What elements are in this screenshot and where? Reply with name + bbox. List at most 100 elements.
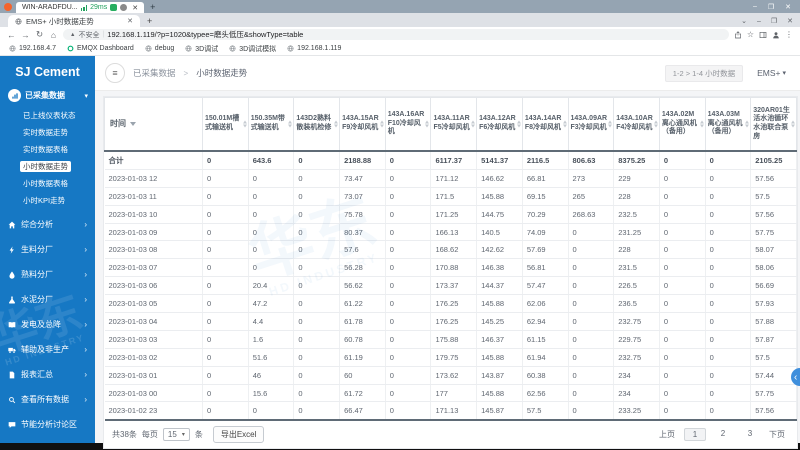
table-body: 合计 0 643.6 0 2188.88 0 6117.37 5141.37 2116.5 806… xyxy=(104,151,797,422)
forward-icon[interactable]: → xyxy=(21,30,30,40)
rdp-close-icon[interactable]: ✕ xyxy=(785,3,791,11)
value-cell: 57.93 xyxy=(750,294,797,314)
breadcrumb-parent[interactable]: 已采集数据 xyxy=(133,67,176,79)
page-number-button[interactable]: 2 xyxy=(713,428,733,441)
sidebar-subitem[interactable]: 小时数据表格 xyxy=(0,175,95,192)
page-size-select[interactable]: 15 ▾ xyxy=(162,428,190,442)
column-header[interactable]: 143A.03M离心通风机（备用） xyxy=(704,97,752,152)
export-excel-button[interactable]: 导出Excel xyxy=(212,426,265,444)
value-cell: 58.06 xyxy=(750,258,797,278)
session-record-icon[interactable] xyxy=(110,4,118,11)
rdp-minimize-icon[interactable]: – xyxy=(753,3,757,11)
next-page-button[interactable]: 下页 xyxy=(769,429,785,440)
value-cell: 70.29 xyxy=(522,205,569,224)
sidebar-item[interactable]: 查看所有数据 › xyxy=(0,387,95,412)
menu-toggle-button[interactable]: ≡ xyxy=(105,63,125,83)
tab-search-icon[interactable]: ⌄ xyxy=(741,17,747,25)
sidebar-item-label: 水泥分厂 xyxy=(21,295,53,304)
bookmark-item[interactable]: EMQX Dashboard xyxy=(67,45,134,52)
user-menu[interactable]: EMS+ ▾ xyxy=(757,68,786,78)
time-cell: 2023-01-03 12 xyxy=(104,169,203,188)
column-header[interactable]: 143A.10ARF4冷却风机 xyxy=(613,97,660,152)
data-table: 时间 150.01M槽式输送机 150.35M带式输送机 143D2熟料散装机检修 14… xyxy=(104,97,797,422)
sidebar-subitem[interactable]: 实时数据表格 xyxy=(0,141,95,158)
sidebar-item[interactable]: 报表汇总 › xyxy=(0,362,95,387)
column-header[interactable]: 143A.09ARF3冷却风机 xyxy=(567,97,615,152)
time-cell: 2023-01-03 03 xyxy=(104,330,203,349)
value-cell: 171.13 xyxy=(430,401,478,422)
column-header[interactable]: 150.35M带式输送机 xyxy=(247,97,295,152)
value-cell: 0 xyxy=(202,401,249,422)
column-header[interactable]: 320AR01生活水池循环水池联合泵房 xyxy=(750,97,797,152)
column-header[interactable]: 143A.14ARF8冷却风机 xyxy=(521,97,569,152)
sidebar-subitem[interactable]: 小时数据走势 xyxy=(0,158,95,175)
sidebar-subitem[interactable]: 已上线仪表状态 xyxy=(0,107,95,124)
home-icon[interactable]: ⌂ xyxy=(49,30,58,40)
value-cell: 57.75 xyxy=(750,384,797,403)
sidebar-item-label: 节能分析讨论区 xyxy=(21,420,77,429)
bookmark-item[interactable]: 3D调试 xyxy=(185,44,218,54)
column-header[interactable]: 143A.11ARF5冷却风机 xyxy=(430,97,478,152)
sidebar-subitem[interactable]: 实时数据走势 xyxy=(0,124,95,141)
close-tab-icon[interactable]: ✕ xyxy=(127,17,133,25)
close-icon[interactable]: ✕ xyxy=(787,17,793,25)
browser-tab[interactable]: EMS+ 小时数据走势 ✕ xyxy=(8,15,140,27)
value-cell: 0 xyxy=(568,312,615,331)
chevron-right-icon: › xyxy=(84,395,87,404)
rdp-maximize-icon[interactable]: ❐ xyxy=(768,3,774,11)
address-bar[interactable]: ▲ 不安全 | 192.168.1.119/?p=1020&typee=磨头低压… xyxy=(63,29,729,40)
session-settings-icon[interactable] xyxy=(120,4,128,11)
menu-dots-icon[interactable]: ⋮ xyxy=(785,30,793,39)
bookmark-item[interactable]: 3D调试模拟 xyxy=(229,44,276,54)
value-cell: 0 xyxy=(568,366,615,385)
page-number-button[interactable]: 3 xyxy=(740,428,760,441)
column-header[interactable]: 143A.12ARF6冷却风机 xyxy=(476,97,523,152)
table-row: 2023-01-03 10 0 0 0 75.78 0 171.25 144.75 70.29 2… xyxy=(104,205,797,224)
back-icon[interactable]: ← xyxy=(7,30,16,40)
value-cell: 0 xyxy=(293,240,341,260)
filter-caret-icon xyxy=(130,121,136,126)
sidebar-item[interactable]: 水泥分厂 › xyxy=(0,287,95,312)
sidebar-item[interactable]: 熟料分厂 › xyxy=(0,262,95,287)
rdp-session-tab[interactable]: WIN-ARADFDU... 29ms ✕ xyxy=(16,2,145,13)
page-number-button[interactable]: 1 xyxy=(684,428,706,442)
sidebar-item[interactable]: 生料分厂 › xyxy=(0,237,95,262)
share-icon[interactable] xyxy=(734,30,742,39)
new-tab-icon[interactable]: + xyxy=(147,16,152,26)
sidebar-item[interactable]: 发电及总降 › xyxy=(0,312,95,337)
sidebar-item[interactable]: 辅助及非生产 › xyxy=(0,337,95,362)
value-cell: 806.63 xyxy=(568,151,615,170)
column-header-label: 143A.09ARF3冷却风机 xyxy=(570,115,608,131)
sidebar-subitem[interactable]: 小时KPI走势 xyxy=(0,192,95,209)
value-cell: 232.5 xyxy=(613,205,660,224)
value-cell: 57.56 xyxy=(750,401,797,422)
column-header[interactable]: 143D2熟料散装机检修 xyxy=(293,97,341,152)
reload-icon[interactable]: ↻ xyxy=(35,29,44,40)
prev-page-button[interactable]: 上页 xyxy=(659,429,675,440)
reading-list-icon[interactable] xyxy=(759,31,767,39)
column-header-time[interactable]: 时间 xyxy=(104,97,203,152)
bookmark-item[interactable]: 192.168.1.119 xyxy=(287,45,341,52)
sidebar-item-label: 发电及总降 xyxy=(21,320,61,329)
profile-icon[interactable] xyxy=(772,31,780,39)
maximize-icon[interactable]: ❐ xyxy=(771,17,777,25)
close-session-icon[interactable]: ✕ xyxy=(132,4,138,12)
sidebar-item[interactable]: 节能分析讨论区 xyxy=(0,412,95,437)
value-cell: 0 xyxy=(705,187,752,206)
bookmark-item[interactable]: debug xyxy=(145,45,174,52)
value-cell: 0 xyxy=(202,312,249,331)
sidebar-group-collected-data[interactable]: 已采集数据 ▾ xyxy=(0,86,95,105)
column-header[interactable]: 143A.16ARF10冷却风机 xyxy=(384,97,432,152)
column-header[interactable]: 150.01M槽式输送机 xyxy=(202,97,249,152)
sidebar-item[interactable]: 系统设置› xyxy=(0,437,95,443)
value-cell: 56.62 xyxy=(339,276,386,296)
bookmark-item[interactable]: 192.168.4.7 xyxy=(9,45,56,52)
column-header[interactable]: 143A.02M离心通风机（备用） xyxy=(658,97,706,152)
value-cell: 0 xyxy=(705,294,752,314)
new-session-icon[interactable]: + xyxy=(150,2,155,12)
minimize-icon[interactable]: – xyxy=(757,18,761,25)
time-cell: 合计 xyxy=(104,151,203,170)
bookmark-star-icon[interactable]: ☆ xyxy=(747,30,754,39)
column-header[interactable]: 143A.15ARF9冷却风机 xyxy=(339,97,386,152)
sidebar-item[interactable]: 综合分析 › xyxy=(0,212,95,237)
